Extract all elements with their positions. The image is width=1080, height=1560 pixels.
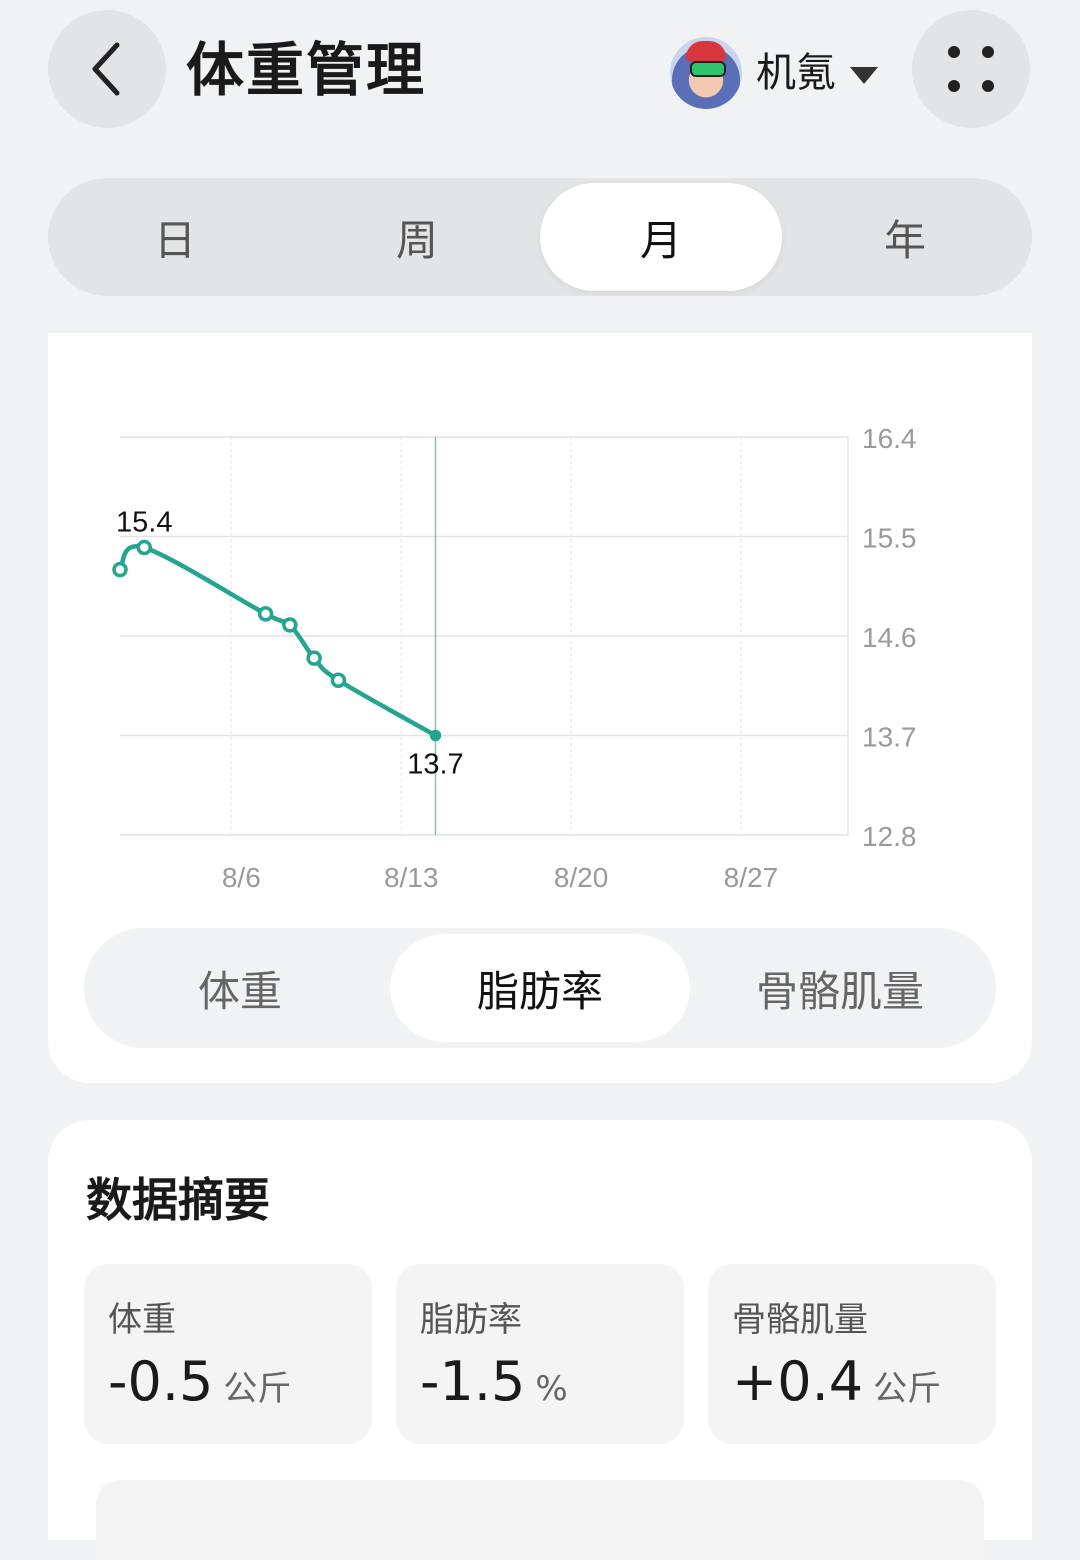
summary-label: 脂肪率 — [420, 1300, 522, 1340]
y-tick-label: 13.7 — [862, 722, 917, 753]
data-point — [112, 561, 128, 578]
back-button[interactable] — [48, 10, 166, 128]
data-point — [306, 650, 322, 666]
summary-label: 体重 — [108, 1300, 176, 1340]
next-section-card — [96, 1480, 984, 1560]
y-tick-label: 16.4 — [862, 423, 917, 454]
x-tick-label: 8/6 — [222, 862, 261, 893]
summary-skeletal-muscle[interactable]: 骨骼肌量 +0.4 公斤 — [708, 1264, 996, 1444]
fat-rate-chart[interactable]: 16.4 15.5 14.6 13.7 12.8 8/6 8/13 8/20 8/27 15.4 1… — [48, 333, 1032, 923]
data-point — [136, 539, 153, 556]
data-point — [257, 606, 274, 622]
data-label: 13.7 — [407, 749, 463, 781]
series-line — [117, 544, 438, 738]
summary-value-row: -1.5% — [420, 1350, 568, 1413]
chevron-left-icon — [92, 42, 120, 96]
x-tick-label: 8/13 — [384, 862, 439, 893]
summary-label: 骨骼肌量 — [732, 1300, 868, 1340]
data-point — [330, 672, 347, 688]
summary-value-row: +0.4 公斤 — [732, 1350, 941, 1413]
x-tick-label: 8/27 — [724, 862, 779, 893]
page-title: 体重管理 — [186, 36, 427, 104]
summary-unit: 公斤 — [223, 1369, 292, 1409]
summary-fat-rate[interactable]: 脂肪率 -1.5% — [396, 1264, 684, 1444]
data-point — [429, 729, 442, 742]
caret-down-icon — [850, 66, 878, 84]
period-tabs: 日 周 月 年 — [48, 178, 1032, 296]
summary-weight[interactable]: 体重 -0.5 公斤 — [84, 1264, 372, 1444]
summary-value: -1.5 — [420, 1350, 526, 1413]
y-tick-label: 12.8 — [862, 821, 917, 852]
user-name: 机氪 — [756, 50, 836, 96]
metric-tabs: 体重 脂肪率 骨骼肌量 — [84, 928, 996, 1048]
tab-fat-rate[interactable]: 脂肪率 — [390, 934, 690, 1042]
tab-month[interactable]: 月 — [540, 183, 782, 291]
summary-value-row: -0.5 公斤 — [108, 1350, 291, 1413]
tab-day[interactable]: 日 — [54, 183, 296, 291]
data-point — [282, 617, 298, 633]
y-tick-label: 14.6 — [862, 622, 917, 653]
x-tick-label: 8/20 — [554, 862, 609, 893]
summary-unit: % — [535, 1369, 568, 1409]
data-label: 15.4 — [116, 507, 172, 539]
summary-card: 数据摘要 体重 -0.5 公斤 脂肪率 -1.5% 骨骼肌量 +0.4 公斤 — [48, 1120, 1032, 1560]
user-switcher[interactable]: 机氪 — [670, 36, 878, 110]
tab-year[interactable]: 年 — [784, 183, 1026, 291]
summary-unit: 公斤 — [873, 1369, 942, 1409]
summary-title: 数据摘要 — [86, 1173, 270, 1227]
tab-weight[interactable]: 体重 — [90, 934, 390, 1042]
summary-value: +0.4 — [732, 1350, 864, 1413]
dots-grid-icon — [948, 46, 994, 92]
tab-week[interactable]: 周 — [296, 183, 538, 291]
chart-card: 16.4 15.5 14.6 13.7 12.8 8/6 8/13 8/20 8/27 15.4 1… — [48, 333, 1032, 1083]
avatar — [670, 37, 742, 109]
more-button[interactable] — [912, 10, 1030, 128]
y-tick-label: 15.5 — [862, 523, 917, 554]
tab-skeletal-muscle[interactable]: 骨骼肌量 — [690, 934, 990, 1042]
summary-value: -0.5 — [108, 1350, 214, 1413]
